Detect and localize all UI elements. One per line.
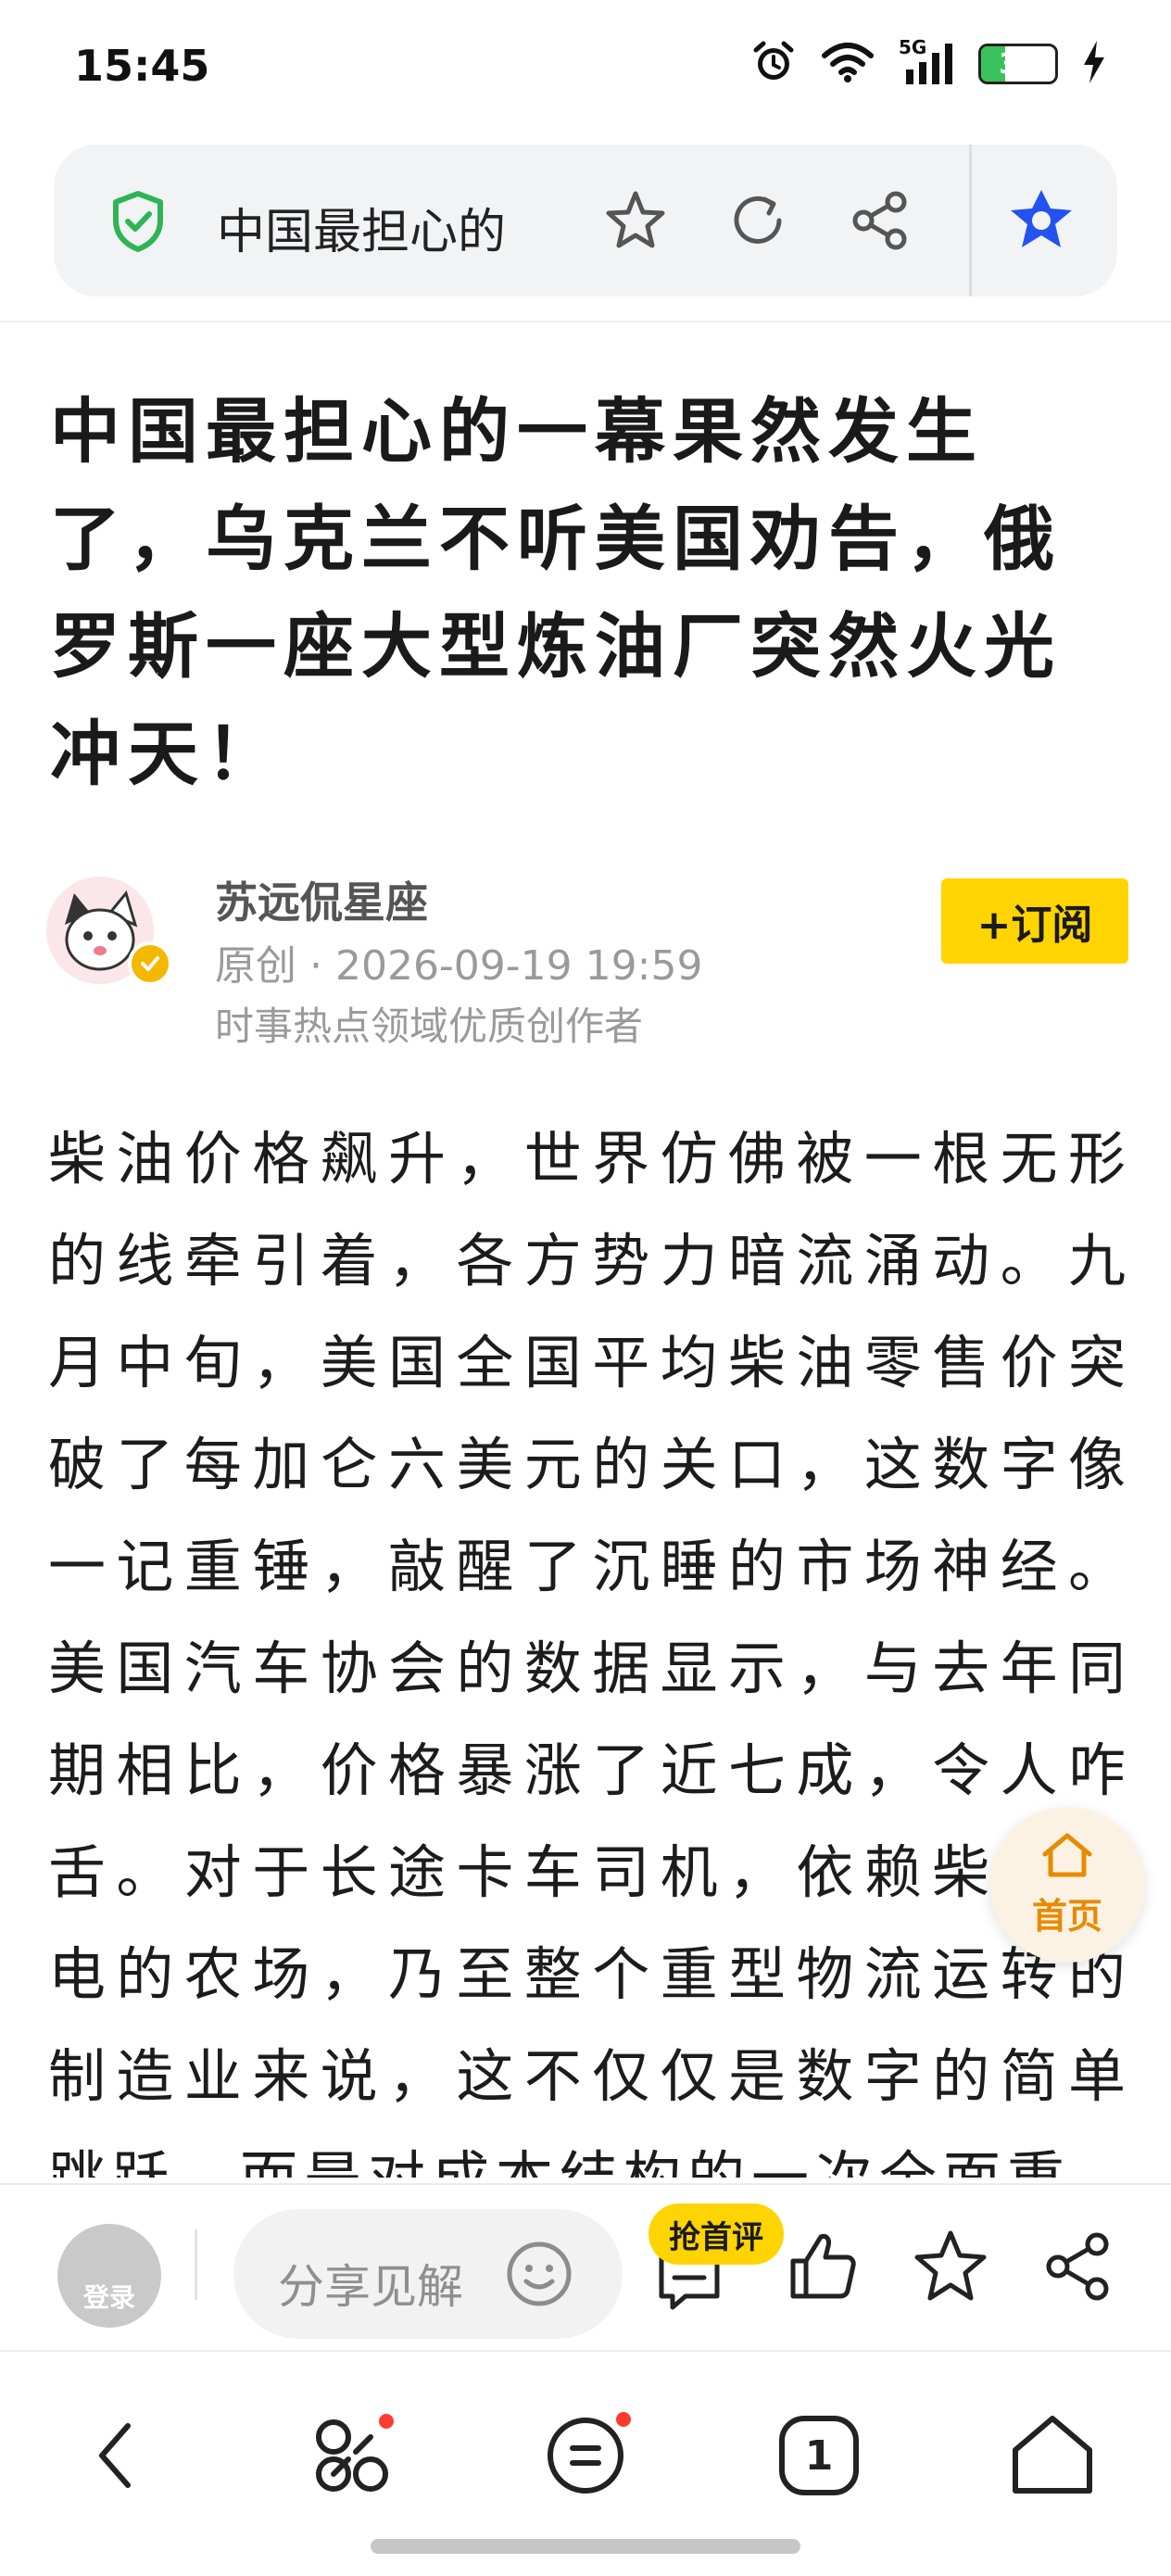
address-divider	[969, 145, 972, 297]
status-bar: 15:45 5G 33	[0, 0, 1171, 139]
article-meta: 原创 · 2026-09-19 19:59	[215, 942, 703, 990]
author-avatar[interactable]	[46, 877, 172, 986]
refresh-icon[interactable]	[723, 185, 793, 256]
emoji-icon[interactable]	[504, 2239, 574, 2313]
floating-home-label: 首页	[1031, 1895, 1102, 1937]
like-icon[interactable]	[784, 2228, 862, 2309]
follow-button[interactable]: +订阅	[941, 878, 1128, 964]
apps-icon[interactable]	[296, 2400, 408, 2511]
comment-bar-divider	[195, 2229, 197, 2300]
gesture-bar[interactable]	[371, 2539, 800, 2554]
messages-notification-dot	[613, 2409, 634, 2430]
wifi-icon	[821, 41, 875, 87]
first-comment-badge[interactable]: 抢首评	[648, 2203, 784, 2265]
battery-percent: 33	[999, 47, 1038, 81]
login-avatar-button[interactable]: 登录	[57, 2224, 161, 2328]
header-divider	[0, 321, 1171, 322]
alarm-icon	[750, 39, 797, 89]
charging-icon	[1082, 39, 1106, 89]
author-name[interactable]: 苏远侃星座	[215, 869, 428, 930]
favorite-star-icon[interactable]	[912, 2228, 989, 2309]
author-description: 时事热点领域优质创作者	[215, 1004, 644, 1049]
apps-notification-dot	[376, 2411, 397, 2431]
star-icon[interactable]	[600, 185, 671, 256]
article-body: 柴油价格飙升，世界仿佛被一根无形的线牵引着，各方势力暗流涌动。九月中旬，美国全国…	[48, 1125, 1132, 2178]
status-icons: 5G 33	[750, 36, 1106, 89]
login-label: 登录	[82, 2282, 135, 2313]
address-title[interactable]: 中国最担心的	[217, 193, 506, 262]
comment-bar: 登录 分享见解 抢首评	[0, 2183, 1171, 2350]
tabs-icon[interactable]: 1	[763, 2400, 875, 2511]
home-icon[interactable]	[997, 2400, 1108, 2511]
share-placeholder: 分享见解	[278, 2260, 463, 2314]
article-title: 中国最担心的一幕果然发生了，乌克兰不听美国劝告，俄罗斯一座大型炼油厂突然火光冲天…	[50, 390, 1062, 795]
floating-home-button[interactable]: 首页	[989, 1807, 1145, 1963]
ai-assistant-icon[interactable]	[1006, 185, 1077, 256]
battery-indicator: 33	[978, 44, 1058, 84]
share-article-icon[interactable]	[1041, 2229, 1115, 2307]
verified-badge-icon	[128, 941, 172, 986]
back-icon[interactable]	[61, 2400, 172, 2511]
shield-check-icon	[111, 191, 165, 256]
share-opinion-input[interactable]: 分享见解	[233, 2209, 623, 2339]
messages-icon[interactable]	[530, 2400, 641, 2511]
house-icon	[1039, 1832, 1095, 1884]
signal-5g-icon: 5G	[899, 36, 954, 86]
tab-count: 1	[804, 2431, 834, 2480]
status-time: 15:45	[74, 41, 210, 91]
address-bar[interactable]: 中国最担心的	[54, 145, 1117, 297]
share-icon[interactable]	[845, 185, 915, 256]
